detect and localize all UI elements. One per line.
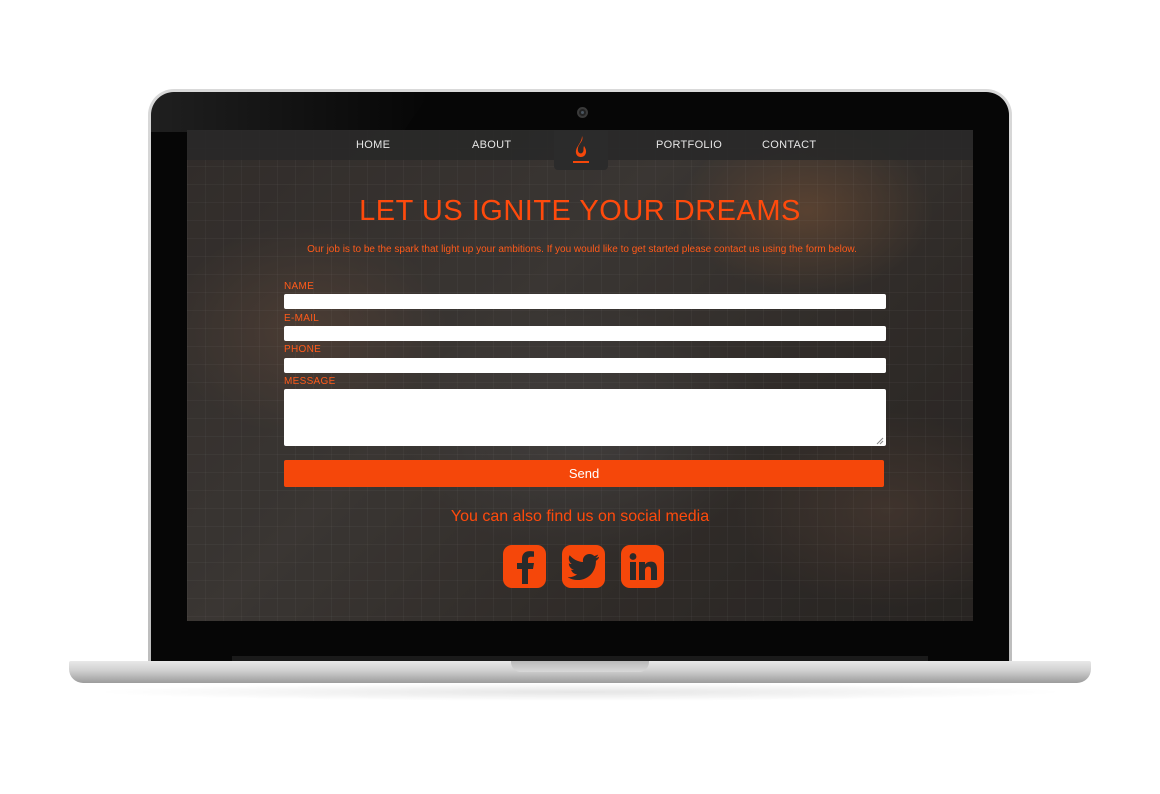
screen-glare [151,92,431,132]
name-field[interactable] [284,294,886,309]
message-label: MESSAGE [284,376,336,387]
social-text: You can also find us on social media [450,508,710,525]
intro-text: Our job is to be the spark that light up… [307,244,857,255]
nav-item-portfolio[interactable]: PORTFOLIO [656,139,722,151]
nav-item-contact[interactable]: CONTACT [762,139,816,151]
name-label: NAME [284,281,315,292]
camera-icon [577,107,588,118]
linkedin-icon[interactable] [621,545,664,588]
laptop-shadow [90,683,1070,701]
message-field[interactable] [284,389,886,446]
phone-label: PHONE [284,344,322,355]
nav-item-about[interactable]: ABOUT [472,139,511,151]
send-button[interactable]: Send [284,460,884,487]
email-field[interactable] [284,326,886,341]
laptop-base-notch [511,661,649,672]
laptop-mockup: HOME ABOUT PORTFOLIO CONTACT LET US IGNI… [0,0,1160,794]
nav-item-home[interactable]: HOME [356,139,390,151]
contact-section: LET US IGNITE YOUR DREAMS Our job is to … [187,160,973,621]
social-links [503,545,664,588]
flame-icon [573,136,589,163]
page-title: LET US IGNITE YOUR DREAMS [359,195,801,227]
site-logo[interactable] [554,130,608,170]
phone-field[interactable] [284,358,886,373]
facebook-icon[interactable] [503,545,546,588]
email-label: E-MAIL [284,313,320,324]
website-screen: HOME ABOUT PORTFOLIO CONTACT LET US IGNI… [187,130,973,621]
resize-handle-icon[interactable] [876,437,884,445]
twitter-icon[interactable] [562,545,605,588]
